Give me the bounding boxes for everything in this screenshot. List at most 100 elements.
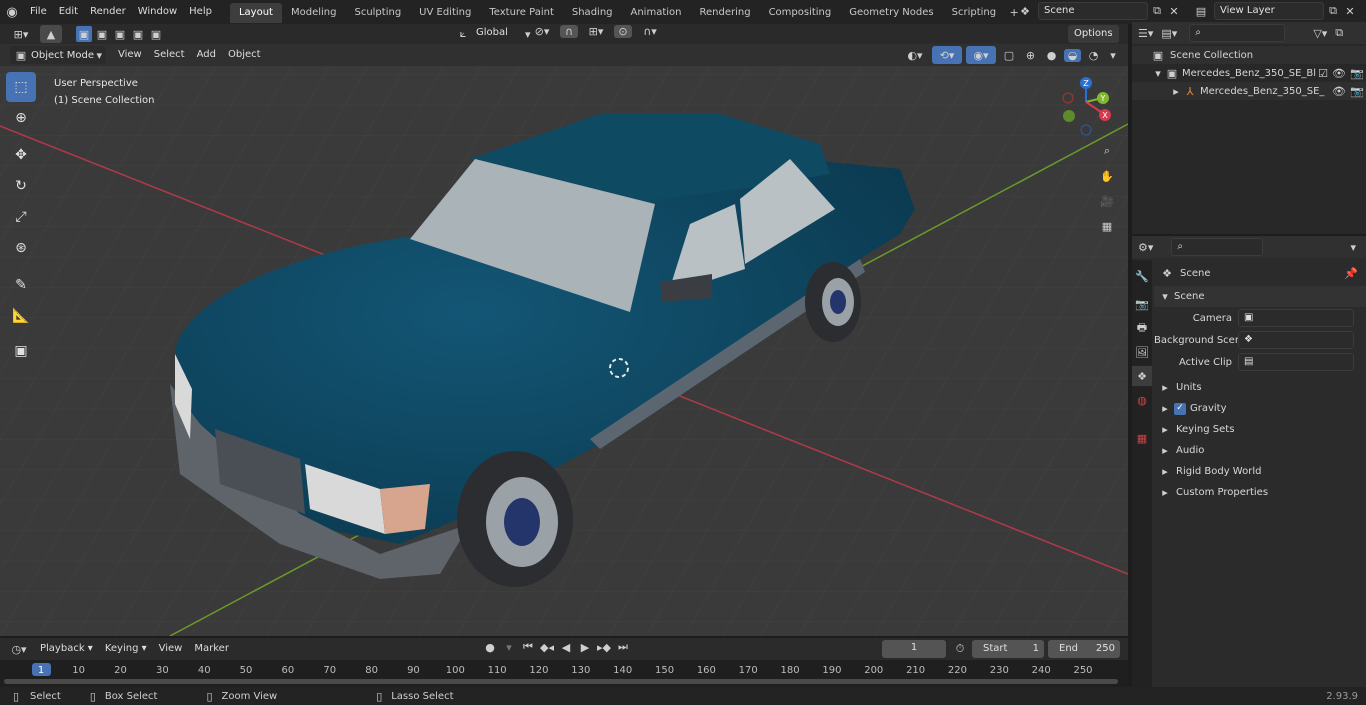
outliner-row-collection[interactable]: ▾ ▣ Mercedes_Benz_350_SE_Blue ☑ 👁 📷 — [1132, 64, 1366, 82]
select-extend-icon[interactable]: ▣ — [94, 28, 110, 41]
menu-timeline-view[interactable]: View — [153, 637, 189, 661]
tab-rendering[interactable]: Rendering — [690, 3, 759, 23]
menu-object[interactable]: Object — [222, 43, 267, 67]
pan-hand-icon[interactable]: ✋ — [1096, 165, 1118, 187]
shading-options-icon[interactable]: ▾ — [1106, 49, 1120, 62]
units-panel[interactable]: ▸ Units — [1154, 377, 1366, 398]
camera-view-icon[interactable]: 🎥 — [1096, 190, 1118, 212]
tab-geometry-nodes[interactable]: Geometry Nodes — [840, 3, 942, 23]
active-tool-icon[interactable]: ▲ — [40, 25, 62, 43]
view-layer-field[interactable]: View Layer — [1214, 2, 1324, 20]
menu-view[interactable]: View — [112, 43, 148, 67]
menu-playback[interactable]: Playback ▾ — [34, 637, 99, 661]
move-icon[interactable]: ✥ — [6, 140, 36, 170]
ortho-grid-icon[interactable]: ▦ — [1096, 215, 1118, 237]
menu-edit[interactable]: Edit — [53, 0, 84, 24]
properties-options-icon[interactable]: ▾ — [1350, 241, 1356, 254]
eye-icon[interactable]: 👁 — [1330, 67, 1348, 80]
select-intersect-icon[interactable]: ▣ — [148, 28, 164, 41]
filter-icon[interactable]: ▽▾ — [1313, 27, 1327, 40]
tab-scripting[interactable]: Scripting — [943, 3, 1005, 23]
new-scene-icon[interactable]: ⧉ — [1148, 4, 1166, 18]
menu-file[interactable]: File — [24, 0, 53, 24]
tab-modeling[interactable]: Modeling — [282, 3, 346, 23]
options-button[interactable]: Options — [1068, 25, 1119, 43]
jump-start-icon[interactable]: ⏮ — [520, 640, 536, 654]
next-keyframe-icon[interactable]: ▸◆ — [596, 641, 612, 654]
camera-render-icon[interactable]: 📷 — [1348, 67, 1366, 80]
play-reverse-icon[interactable]: ◀ — [558, 641, 574, 654]
select-invert-icon[interactable]: ▣ — [130, 28, 146, 41]
active-clip-field[interactable]: ▤ — [1238, 353, 1354, 371]
world-tab-icon[interactable]: ◍ — [1137, 390, 1147, 410]
background-scene-field[interactable]: ❖ — [1238, 331, 1354, 349]
falloff-icon[interactable]: ∩▾ — [638, 25, 662, 38]
close-view-layer-icon[interactable]: ✕ — [1342, 5, 1358, 18]
timeline-ruler[interactable]: 1 10 20 30 40 50 60 70 80 90 100 110 120 130 140 150 160… — [0, 660, 1128, 687]
tab-compositing[interactable]: Compositing — [760, 3, 841, 23]
select-new-icon[interactable]: ▣ — [76, 26, 92, 42]
display-mode-icon[interactable]: ▤▾ — [1161, 27, 1177, 40]
record-icon[interactable]: ● — [482, 641, 498, 654]
menu-window[interactable]: Window — [132, 0, 183, 24]
xray-icon[interactable]: ▢ — [1000, 49, 1018, 62]
output-tab-icon[interactable]: 🖶 — [1137, 318, 1147, 338]
scene-panel-header[interactable]: ▾ Scene — [1154, 286, 1366, 307]
camera-field[interactable]: ▣ — [1238, 309, 1354, 327]
scale-icon[interactable]: ⤢ — [6, 202, 36, 232]
outliner-editor-icon[interactable]: ☰▾ — [1138, 27, 1153, 40]
render-tab-icon[interactable]: 📷 — [1135, 294, 1149, 314]
wireframe-shading-icon[interactable]: ⊕ — [1022, 49, 1039, 62]
proportional-edit-icon[interactable]: ⊙ — [614, 25, 632, 38]
navigation-gizmo[interactable]: Z Y X — [1058, 74, 1118, 138]
rendered-shading-icon[interactable]: ◔ — [1085, 49, 1102, 62]
tab-layout[interactable]: Layout — [229, 3, 282, 23]
select-box-icon[interactable]: ⬚ — [6, 72, 36, 102]
pivot-icon[interactable]: ⊘▾ — [530, 25, 554, 38]
keying-sets-panel[interactable]: ▸ Keying Sets — [1154, 419, 1366, 440]
expand-arrow-icon[interactable]: ▾ — [1152, 67, 1164, 80]
rigid-body-world-panel[interactable]: ▸ Rigid Body World — [1154, 461, 1366, 482]
new-collection-icon[interactable]: ⧉ — [1335, 26, 1343, 40]
scene-tab-icon[interactable]: ❖ — [1132, 366, 1152, 386]
stopwatch-icon[interactable]: ⏱ — [952, 642, 968, 656]
tool-tab-icon[interactable]: 🔧 — [1135, 266, 1149, 286]
scene-icon[interactable]: ❖ — [1012, 5, 1038, 18]
scene-field[interactable]: Scene — [1038, 2, 1148, 20]
outliner-row-object[interactable]: ▸ ⅄ Mercedes_Benz_350_SE_ 👁 📷 — [1132, 82, 1366, 100]
tab-uv-editing[interactable]: UV Editing — [410, 3, 480, 23]
menu-add[interactable]: Add — [191, 43, 222, 67]
tab-sculpting[interactable]: Sculpting — [345, 3, 410, 23]
start-frame-field[interactable]: Start 1 — [972, 640, 1044, 658]
3d-viewport[interactable]: User Perspective (1) Scene Collection ⬚ … — [0, 44, 1128, 636]
view-layer-icon[interactable]: ▤ — [1188, 5, 1214, 18]
blender-logo-icon[interactable]: ◉ — [0, 5, 24, 20]
chevron-down-icon[interactable]: ▾ — [501, 641, 517, 654]
mode-selector[interactable]: ▣ Object Mode ▾ — [10, 46, 106, 64]
rotate-icon[interactable]: ↻ — [6, 171, 36, 201]
expand-arrow-icon[interactable]: ▸ — [1170, 85, 1182, 98]
annotate-icon[interactable]: ✎ — [6, 270, 36, 300]
prev-keyframe-icon[interactable]: ◆◂ — [539, 641, 555, 654]
snap-target-icon[interactable]: ⊞▾ — [584, 25, 608, 38]
outliner-search-input[interactable]: ⌕ — [1189, 24, 1286, 42]
timeline-scrollbar[interactable] — [4, 679, 1118, 684]
gravity-panel[interactable]: ▸ ✓ Gravity — [1154, 398, 1366, 419]
custom-properties-panel[interactable]: ▸ Custom Properties — [1154, 482, 1366, 503]
gizmo-toggle-icon[interactable]: ⟲▾ — [932, 46, 962, 64]
editor-type-icon[interactable]: ⊞▾ — [6, 28, 36, 41]
zoom-icon[interactable]: ⌕ — [1096, 140, 1118, 162]
properties-editor-icon[interactable]: ⚙▾ — [1138, 241, 1153, 254]
overlay-toggle-icon[interactable]: ◉▾ — [966, 46, 996, 64]
select-subtract-icon[interactable]: ▣ — [112, 28, 128, 41]
measure-icon[interactable]: 📐 — [6, 301, 36, 331]
properties-search-input[interactable]: ⌕ — [1171, 238, 1264, 256]
camera-render-icon[interactable]: 📷 — [1348, 85, 1366, 98]
end-frame-field[interactable]: End 250 — [1048, 640, 1120, 658]
menu-keying[interactable]: Keying ▾ — [99, 637, 153, 661]
menu-render[interactable]: Render — [84, 0, 132, 24]
jump-end-icon[interactable]: ⏭ — [615, 640, 631, 654]
transform-icon[interactable]: ⊛ — [6, 233, 36, 263]
menu-marker[interactable]: Marker — [188, 637, 235, 661]
material-shading-icon[interactable]: ◒ — [1064, 48, 1081, 62]
